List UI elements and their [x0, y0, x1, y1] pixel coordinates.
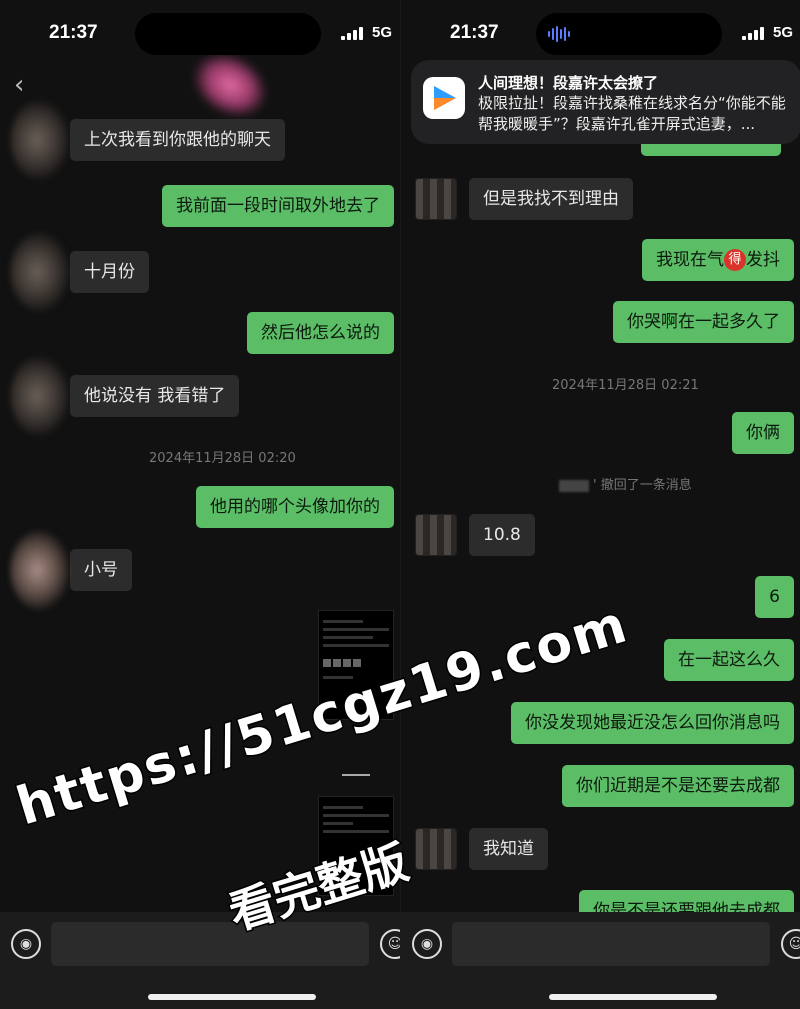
message-bubble[interactable]: 他说没有 我看错了 [70, 375, 240, 417]
message-row: 10.8 [415, 514, 535, 556]
dynamic-island [536, 13, 722, 55]
timestamp: 2024年11月28日 02:21 [552, 378, 699, 393]
divider [342, 774, 370, 776]
message-bubble[interactable]: 我前面一段时间取外地去了 [162, 185, 394, 227]
emoji-icon[interactable]: ☺ [781, 929, 800, 959]
message-bubble[interactable]: 我现在气得发抖 [642, 239, 794, 281]
message-row: 他说没有 我看错了 [10, 356, 240, 436]
message-bubble[interactable]: 在一起这么久 [664, 639, 794, 681]
message-bubble[interactable]: 你们近期是不是还要去成都 [562, 765, 794, 807]
notification-title: 人间理想！段嘉许太会撩了 [478, 74, 659, 92]
audio-wave-icon [548, 25, 570, 43]
message-bubble[interactable]: 十月份 [70, 251, 149, 293]
message-row: 但是我找不到理由 [415, 178, 633, 220]
emoji-char: 得 [724, 249, 746, 271]
avatar[interactable] [10, 356, 70, 436]
message-input[interactable] [51, 922, 369, 966]
message-bubble[interactable]: 你没发现她最近没怎么回你消息吗 [511, 702, 794, 744]
message-row: 你哭啊在一起多久了 [613, 301, 794, 343]
voice-icon[interactable]: ◉ [11, 929, 41, 959]
status-time: 21:37 [49, 22, 98, 43]
message-row: 我前面一段时间取外地去了 [162, 185, 394, 227]
avatar[interactable] [10, 530, 70, 610]
dynamic-island [135, 13, 321, 55]
network-label: 5G [372, 24, 393, 41]
message-bubble[interactable]: 但是我找不到理由 [469, 178, 633, 220]
message-row: 他用的哪个头像加你的 [196, 486, 394, 528]
message-bubble[interactable]: 他用的哪个头像加你的 [196, 486, 394, 528]
video-app-icon [423, 77, 465, 119]
avatar[interactable] [10, 232, 70, 312]
message-bubble[interactable]: 然后他怎么说的 [247, 312, 394, 354]
message-bubble[interactable]: 我知道 [469, 828, 548, 870]
push-notification[interactable]: 人间理想！段嘉许太会撩了 极限拉扯！段嘉许找桑稚在线求名分“你能不能帮我暖暖手”… [411, 60, 800, 144]
message-bubble[interactable]: 你俩 [732, 412, 794, 454]
home-indicator[interactable] [148, 994, 316, 1000]
message-bubble[interactable]: 你哭啊在一起多久了 [613, 301, 794, 343]
message-input[interactable] [452, 922, 770, 966]
message-text: 我现在气 [656, 250, 724, 270]
emoji-icon[interactable]: ☺ [380, 929, 400, 959]
message-row: 然后他怎么说的 [247, 312, 394, 354]
message-row: 小号 [10, 530, 132, 610]
message-row: 我知道 [415, 828, 548, 870]
message-row: 你俩 [732, 412, 794, 454]
avatar[interactable] [415, 514, 457, 556]
status-bar: 21:37 5G [401, 0, 800, 64]
back-icon[interactable]: ‹ [14, 70, 24, 100]
notification-body: 极限拉扯！段嘉许找桑稚在线求名分“你能不能帮我暖暖手”？段嘉许孔雀开屏式追妻，.… [478, 94, 786, 133]
avatar[interactable] [415, 828, 457, 870]
voice-icon[interactable]: ◉ [412, 929, 442, 959]
message-row: 你们近期是不是还要去成都 [562, 765, 794, 807]
message-text: 发抖 [746, 250, 780, 270]
network-label: 5G [773, 24, 794, 41]
message-bubble[interactable]: 上次我看到你跟他的聊天 [70, 119, 285, 161]
right-chat-screen: 21:37 5G 但是我找不到理由 我现在气得发抖 你哭啊在一起多久了 2024… [400, 0, 800, 1009]
message-row: 6 [755, 576, 794, 618]
signal-icon [341, 26, 363, 40]
message-bubble[interactable]: 6 [755, 576, 794, 618]
message-bubble[interactable]: 10.8 [469, 514, 535, 556]
timestamp: 2024年11月28日 02:20 [149, 451, 296, 466]
recall-notice: ' 撤回了一条消息 [401, 474, 800, 493]
status-time: 21:37 [450, 22, 499, 43]
message-row: 在一起这么久 [664, 639, 794, 681]
status-bar: 21:37 5G [0, 0, 400, 64]
signal-icon [742, 26, 764, 40]
message-row: 你没发现她最近没怎么回你消息吗 [511, 702, 794, 744]
message-row: 十月份 [10, 232, 149, 312]
message-bubble[interactable]: 小号 [70, 549, 132, 591]
masked-name [559, 479, 589, 492]
message-row: 我现在气得发抖 [642, 239, 794, 281]
avatar[interactable] [10, 100, 70, 180]
message-row: 上次我看到你跟他的聊天 [10, 100, 285, 180]
home-indicator[interactable] [549, 994, 717, 1000]
avatar[interactable] [415, 178, 457, 220]
recall-text: ' 撤回了一条消息 [593, 478, 692, 493]
